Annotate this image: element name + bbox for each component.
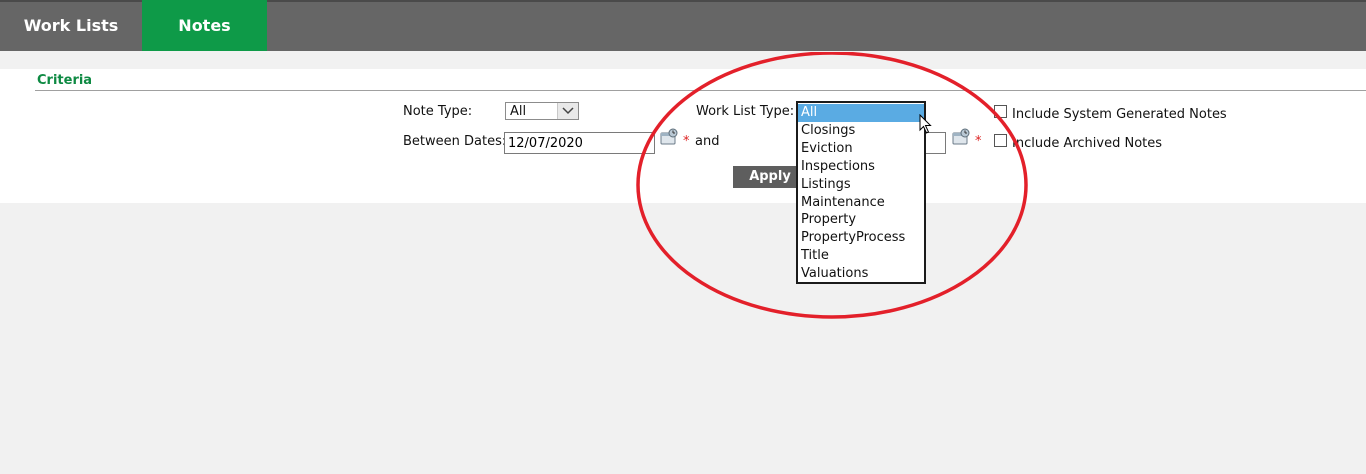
tab-notes[interactable]: Notes <box>142 0 267 51</box>
dropdown-arrow-icon[interactable] <box>557 103 578 119</box>
annotation-circle <box>636 52 1028 319</box>
note-type-select[interactable]: All <box>505 102 579 120</box>
note-type-label: Note Type: <box>403 104 473 119</box>
start-date-input[interactable] <box>504 132 655 154</box>
note-type-selected-value: All <box>510 104 527 119</box>
top-nav-bar: Work Lists Notes <box>0 0 1366 51</box>
between-dates-label: Between Dates: <box>403 134 507 149</box>
criteria-title: Criteria <box>37 73 93 88</box>
include-system-notes-label: Include System Generated Notes <box>1012 107 1227 122</box>
tab-work-lists[interactable]: Work Lists <box>0 0 142 51</box>
